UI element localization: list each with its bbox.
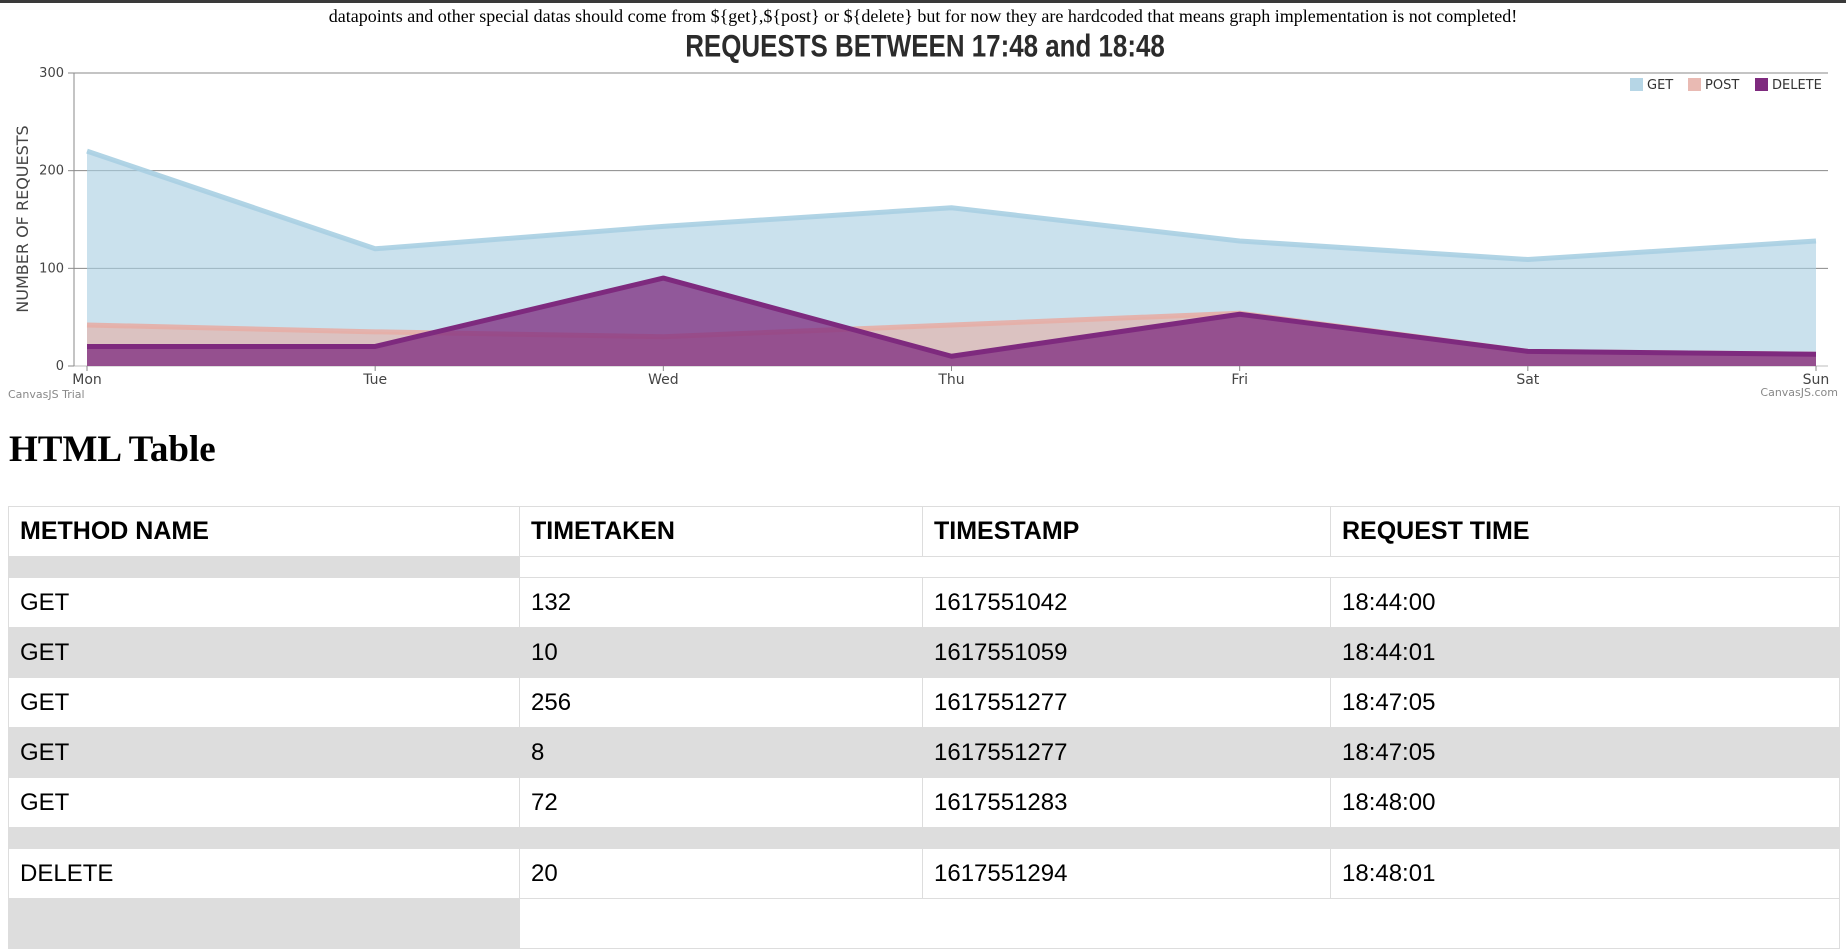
cell-timetaken: 20 (519, 848, 923, 899)
x-tick-label: Wed (648, 372, 679, 388)
cell-method: DELETE (8, 848, 520, 899)
cell-method: GET (8, 627, 520, 678)
cell-timestamp: 1617551277 (922, 677, 1331, 728)
cell-timestamp: 1617551059 (922, 627, 1331, 678)
cell-request-time: 18:44:00 (1330, 577, 1840, 628)
table-row: GET 8 1617551277 18:47:05 (8, 727, 1840, 778)
cell-timestamp: 1617551277 (922, 727, 1331, 778)
cell-timestamp: 1617551294 (922, 848, 1331, 899)
y-tick-label: 100 (39, 261, 64, 276)
column-header-request-time: REQUEST TIME (1330, 506, 1840, 557)
cell-request-time: 18:48:00 (1330, 777, 1840, 828)
x-tick-label: Fri (1231, 372, 1248, 388)
table-row: GET 10 1617551059 18:44:01 (8, 627, 1840, 678)
x-tick-label: Tue (362, 372, 387, 388)
legend-swatch-delete (1755, 78, 1768, 91)
cell-method: GET (8, 727, 520, 778)
cell-timestamp: 1617551042 (922, 577, 1331, 628)
table-row (8, 898, 1840, 949)
legend-swatch-get (1630, 78, 1643, 91)
legend-label-post: POST (1705, 78, 1739, 93)
cell-request-time: 18:47:05 (1330, 727, 1840, 778)
cell-method: GET (8, 777, 520, 828)
table-spacer-row (8, 556, 1840, 578)
cell-request-time: 18:48:01 (1330, 848, 1840, 899)
cell-method: GET (8, 577, 520, 628)
y-tick-label: 0 (56, 359, 64, 374)
x-tick-label: Mon (72, 372, 102, 388)
spacer-cell (519, 898, 1840, 949)
watermark-left: CanvasJS Trial (8, 388, 85, 401)
requests-chart: REQUESTS BETWEEN 17:48 and 18:48 0 100 200… (0, 26, 1846, 406)
table-row: GET 72 1617551283 18:48:00 (8, 777, 1840, 828)
table-row: GET 132 1617551042 18:44:00 (8, 577, 1840, 628)
spacer-cell (8, 898, 520, 949)
cell-timetaken: 256 (519, 677, 923, 728)
spacer-cell (8, 556, 520, 578)
cell-request-time: 18:44:01 (1330, 627, 1840, 678)
column-header-timestamp: TIMESTAMP (922, 506, 1331, 557)
cell-timestamp: 1617551283 (922, 777, 1331, 828)
y-axis-title: NUMBER OF REQUESTS (13, 125, 32, 312)
cell-timetaken: 8 (519, 727, 923, 778)
cell-timetaken: 132 (519, 577, 923, 628)
legend-label-get: GET (1647, 78, 1673, 93)
table-header-row: METHOD NAME TIMETAKEN TIMESTAMP REQUEST … (8, 506, 1840, 557)
legend-swatch-post (1688, 78, 1701, 91)
x-tick-label: Thu (937, 372, 964, 388)
cell-request-time: 18:47:05 (1330, 677, 1840, 728)
x-tick-label: Sat (1516, 372, 1539, 388)
y-tick-label: 300 (39, 66, 64, 81)
spacer-cell (8, 827, 1840, 849)
column-header-timetaken: TIMETAKEN (519, 506, 923, 557)
table-row: DELETE 20 1617551294 18:48:01 (8, 848, 1840, 899)
y-tick-label: 200 (39, 164, 64, 179)
cell-method: GET (8, 677, 520, 728)
watermark-right: CanvasJS.com (1760, 386, 1838, 399)
spacer-cell (519, 556, 1840, 578)
column-header-method: METHOD NAME (8, 506, 520, 557)
chart-title: REQUESTS BETWEEN 17:48 and 18:48 (685, 29, 1165, 64)
requests-table: METHOD NAME TIMETAKEN TIMESTAMP REQUEST … (8, 506, 1840, 949)
cell-timetaken: 10 (519, 627, 923, 678)
top-border (0, 0, 1846, 3)
chart-canvas: REQUESTS BETWEEN 17:48 and 18:48 0 100 200… (8, 29, 1838, 401)
table-row: GET 256 1617551277 18:47:05 (8, 677, 1840, 728)
legend-label-delete: DELETE (1772, 78, 1822, 93)
cell-timetaken: 72 (519, 777, 923, 828)
table-title: HTML Table (9, 429, 216, 470)
page-note: datapoints and other special datas shoul… (328, 6, 1518, 26)
table-spacer-row (8, 827, 1840, 849)
